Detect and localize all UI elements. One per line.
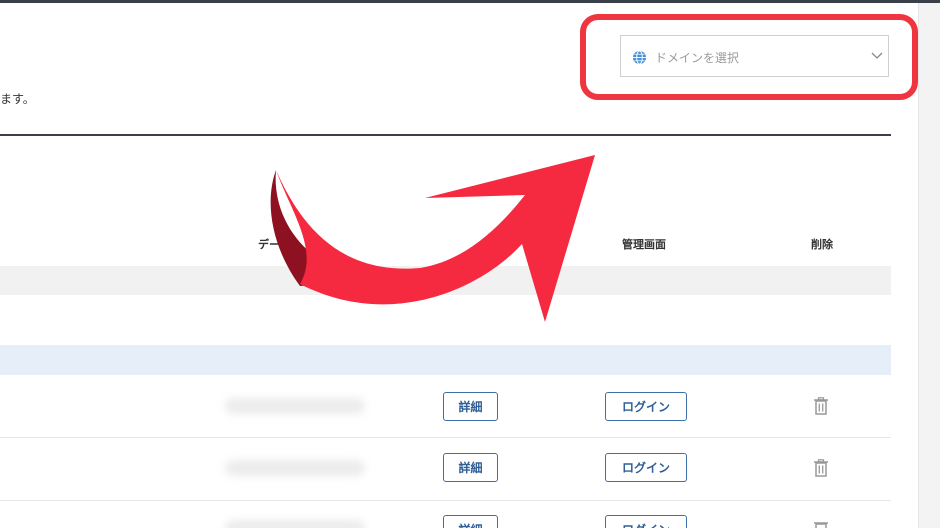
- column-header-delete: 削除: [811, 238, 833, 251]
- table-group-row-selected: [0, 345, 891, 375]
- trash-icon[interactable]: [813, 459, 829, 477]
- detail-button[interactable]: 詳細: [443, 453, 498, 482]
- column-header-data: デー: [258, 238, 280, 251]
- arrow-body: [276, 155, 595, 322]
- description-text: ます。: [0, 92, 35, 106]
- trash-icon[interactable]: [813, 397, 829, 415]
- login-button[interactable]: ログイン: [605, 392, 687, 421]
- row-divider: [0, 500, 891, 501]
- blurred-value: [225, 460, 365, 476]
- table-group-row: [0, 266, 891, 295]
- blurred-value: [225, 520, 365, 528]
- detail-button[interactable]: 詳細: [443, 392, 498, 421]
- column-header-admin: 管理画面: [622, 238, 666, 251]
- trash-icon[interactable]: [813, 520, 829, 528]
- highlight-frame: [580, 14, 918, 100]
- scrollbar-track[interactable]: [918, 3, 940, 528]
- section-divider: [0, 134, 891, 136]
- login-button[interactable]: ログイン: [605, 453, 687, 482]
- page: ます。 ドメインを選択 デー 管理画面 削除 詳細 ログイン 詳細 ログイン: [0, 0, 940, 528]
- detail-button[interactable]: 詳細: [443, 515, 498, 528]
- top-bar: [0, 0, 940, 3]
- blurred-value: [225, 398, 365, 414]
- login-button[interactable]: ログイン: [605, 515, 687, 528]
- row-divider: [0, 437, 891, 438]
